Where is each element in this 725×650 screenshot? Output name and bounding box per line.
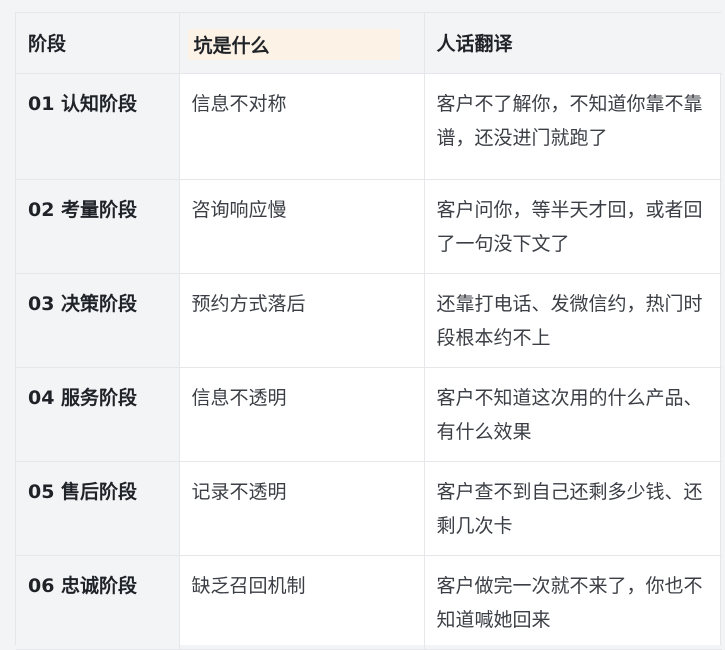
pitfall-cell: 记录不透明	[179, 461, 425, 556]
header-pitfall: 坑是什么	[179, 13, 425, 74]
translation-cell: 客户做完一次就不来了，你也不知道喊她回来	[424, 555, 722, 650]
header-pitfall-label: 坑是什么	[187, 29, 400, 60]
pitfall-cell: 缺乏召回机制	[179, 555, 425, 650]
pitfall-cell: 咨询响应慢	[179, 179, 425, 274]
table-row: 03 决策阶段 预约方式落后 还靠打电话、发微信约，热门时段根本约不上	[16, 273, 722, 368]
table-row: 04 服务阶段 信息不透明 客户不知道这次用的什么产品、有什么效果	[16, 367, 722, 462]
table-row: 06 忠诚阶段 缺乏召回机制 客户做完一次就不来了，你也不知道喊她回来	[16, 555, 722, 650]
stage-pitfall-table: 阶段 坑是什么 人话翻译 01 认知阶段 信息不对称 客户不了解你，不知道你靠不…	[16, 13, 722, 650]
table-row: 05 售后阶段 记录不透明 客户查不到自己还剩多少钱、还剩几次卡	[16, 461, 722, 556]
stage-cell: 04 服务阶段	[16, 367, 180, 462]
translation-cell: 客户不了解你，不知道你靠不靠谱，还没进门就跑了	[424, 73, 722, 180]
comparison-table-container: 阶段 坑是什么 人话翻译 01 认知阶段 信息不对称 客户不了解你，不知道你靠不…	[15, 12, 722, 650]
table-row: 01 认知阶段 信息不对称 客户不了解你，不知道你靠不靠谱，还没进门就跑了	[16, 73, 722, 180]
header-translation: 人话翻译	[424, 13, 722, 74]
header-stage: 阶段	[16, 13, 180, 74]
translation-cell: 还靠打电话、发微信约，热门时段根本约不上	[424, 273, 722, 368]
stage-cell: 05 售后阶段	[16, 461, 180, 556]
table-header-row: 阶段 坑是什么 人话翻译	[16, 13, 722, 74]
stage-cell: 02 考量阶段	[16, 179, 180, 274]
pitfall-cell: 信息不透明	[179, 367, 425, 462]
translation-cell: 客户不知道这次用的什么产品、有什么效果	[424, 367, 722, 462]
stage-cell: 03 决策阶段	[16, 273, 180, 368]
pitfall-cell: 预约方式落后	[179, 273, 425, 368]
stage-cell: 06 忠诚阶段	[16, 555, 180, 650]
translation-cell: 客户查不到自己还剩多少钱、还剩几次卡	[424, 461, 722, 556]
stage-cell: 01 认知阶段	[16, 73, 180, 180]
translation-cell: 客户问你，等半天才回，或者回了一句没下文了	[424, 179, 722, 274]
table-row: 02 考量阶段 咨询响应慢 客户问你，等半天才回，或者回了一句没下文了	[16, 179, 722, 274]
pitfall-cell: 信息不对称	[179, 73, 425, 180]
